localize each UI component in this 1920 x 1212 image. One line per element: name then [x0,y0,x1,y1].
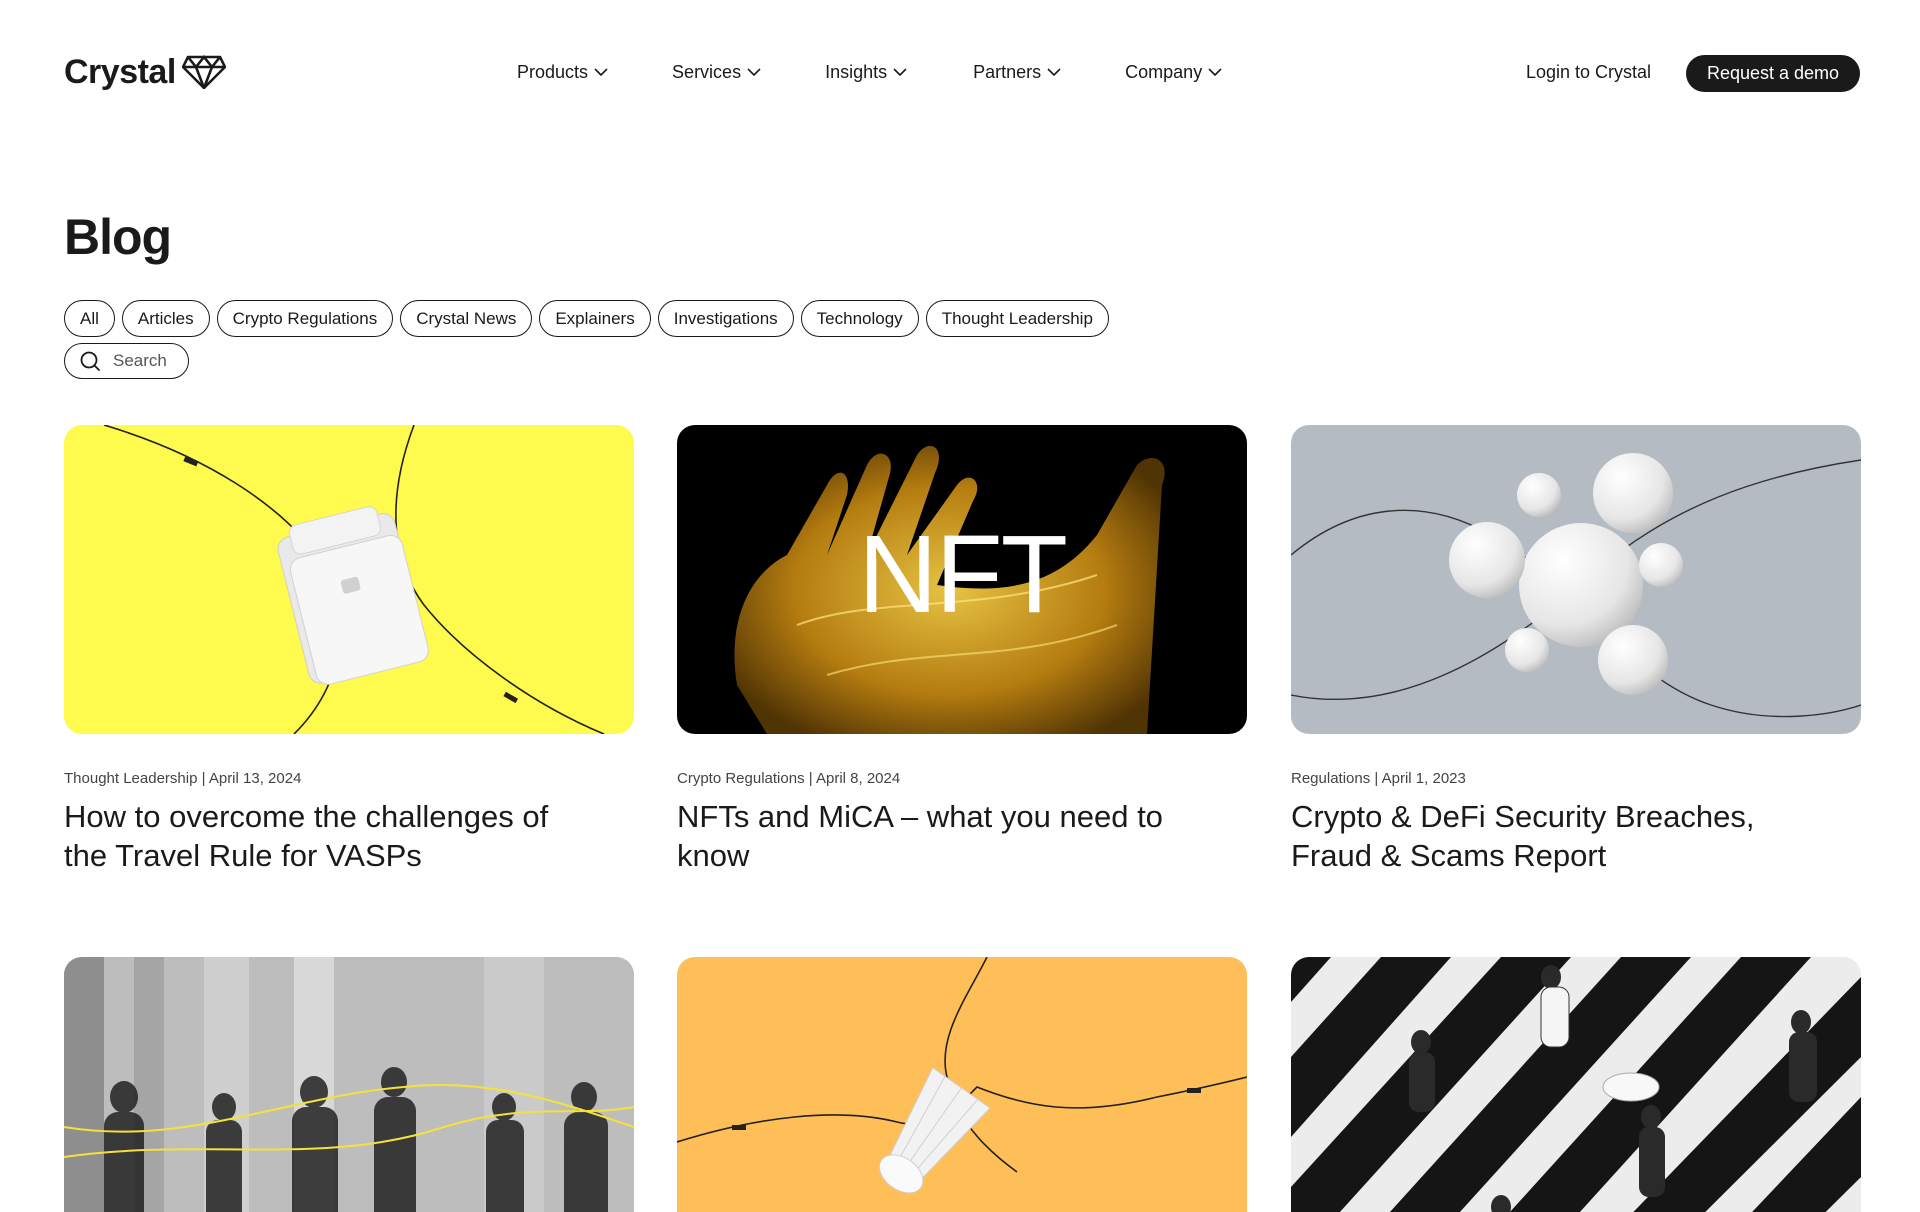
site-header: Crystal Products Services Insights Partn… [0,0,1920,148]
diamond-icon [181,55,226,89]
logo-text: Crystal [64,52,176,91]
post-category: Regulations [1291,770,1371,787]
blog-card: Regulations | April 1, 2023 Crypto & DeF… [1291,425,1861,875]
chevron-down-icon [594,68,608,77]
nav-company[interactable]: Company [1125,62,1222,83]
filter-articles[interactable]: Articles [121,300,210,337]
search-icon [80,351,100,371]
search-placeholder: Search [113,351,167,370]
meta-separator: | [197,770,209,787]
folder-illustration [103,425,605,734]
chevron-down-icon [893,68,907,77]
blog-card-image[interactable]: NFT [677,425,1247,734]
meta-separator: | [1370,770,1382,787]
blog-card: NFT Crypto Regulations | April 8, 2024 N… [677,425,1247,875]
spheres-illustration [1291,453,1861,718]
blog-card-image[interactable] [64,957,634,1212]
post-meta: Crypto Regulations | April 8, 2024 [677,770,1247,787]
crosswalk-illustration [1291,957,1861,1212]
post-date: April 8, 2024 [815,770,901,787]
meta-separator: | [804,770,816,787]
post-category: Crypto Regulations [677,770,805,787]
post-category: Thought Leadership [64,770,198,787]
chevron-down-icon [1047,68,1061,77]
nav-insights-label: Insights [825,62,888,82]
post-date: April 1, 2023 [1381,770,1466,787]
blog-card [1291,957,1861,1212]
blog-card-image[interactable] [677,957,1247,1212]
login-link[interactable]: Login to Crystal [1526,62,1651,83]
blog-card [677,957,1247,1212]
post-title[interactable]: Crypto & DeFi Security Breaches, Fraud &… [1291,797,1811,875]
blog-card: Thought Leadership | April 13, 2024 How … [64,425,634,875]
post-title[interactable]: How to overcome the challenges of the Tr… [64,797,584,875]
post-meta: Thought Leadership | April 13, 2024 [64,770,634,787]
shuttlecock-illustration [677,957,1247,1194]
filter-all[interactable]: All [64,300,115,337]
main-nav: Products Services Insights Partners Comp… [517,62,1222,83]
chevron-down-icon [1208,68,1222,77]
filter-technology[interactable]: Technology [800,300,919,337]
filter-investigations[interactable]: Investigations [657,300,794,337]
nav-products-label: Products [517,62,589,82]
filter-thought-leadership[interactable]: Thought Leadership [925,300,1109,337]
nav-services[interactable]: Services [672,62,761,83]
nav-services-label: Services [672,62,742,82]
blog-card-image[interactable] [1291,425,1861,734]
chevron-down-icon [747,68,761,77]
search-input[interactable]: Search [64,343,189,379]
blog-card [64,957,634,1212]
nav-products[interactable]: Products [517,62,608,83]
blog-card-image[interactable] [64,425,634,734]
filter-crypto-regulations[interactable]: Crypto Regulations [216,300,394,337]
blog-card-image[interactable] [1291,957,1861,1212]
nav-partners[interactable]: Partners [973,62,1061,83]
nav-insights[interactable]: Insights [825,62,907,83]
request-demo-button[interactable]: Request a demo [1686,55,1860,92]
post-date: April 13, 2024 [208,770,302,787]
filter-explainers[interactable]: Explainers [539,300,651,337]
post-meta: Regulations | April 1, 2023 [1291,770,1861,787]
filter-crystal-news[interactable]: Crystal News [400,300,533,337]
golden-hand-illustration [734,445,1165,734]
post-title[interactable]: NFTs and MiCA – what you need to know [677,797,1197,875]
category-filters: All Articles Crypto Regulations Crystal … [64,300,1109,337]
nav-company-label: Company [1125,62,1203,82]
crowd-illustration [64,957,634,1212]
nav-partners-label: Partners [973,62,1042,82]
crystal-logo[interactable]: Crystal [64,52,226,92]
page-title: Blog [64,209,172,265]
